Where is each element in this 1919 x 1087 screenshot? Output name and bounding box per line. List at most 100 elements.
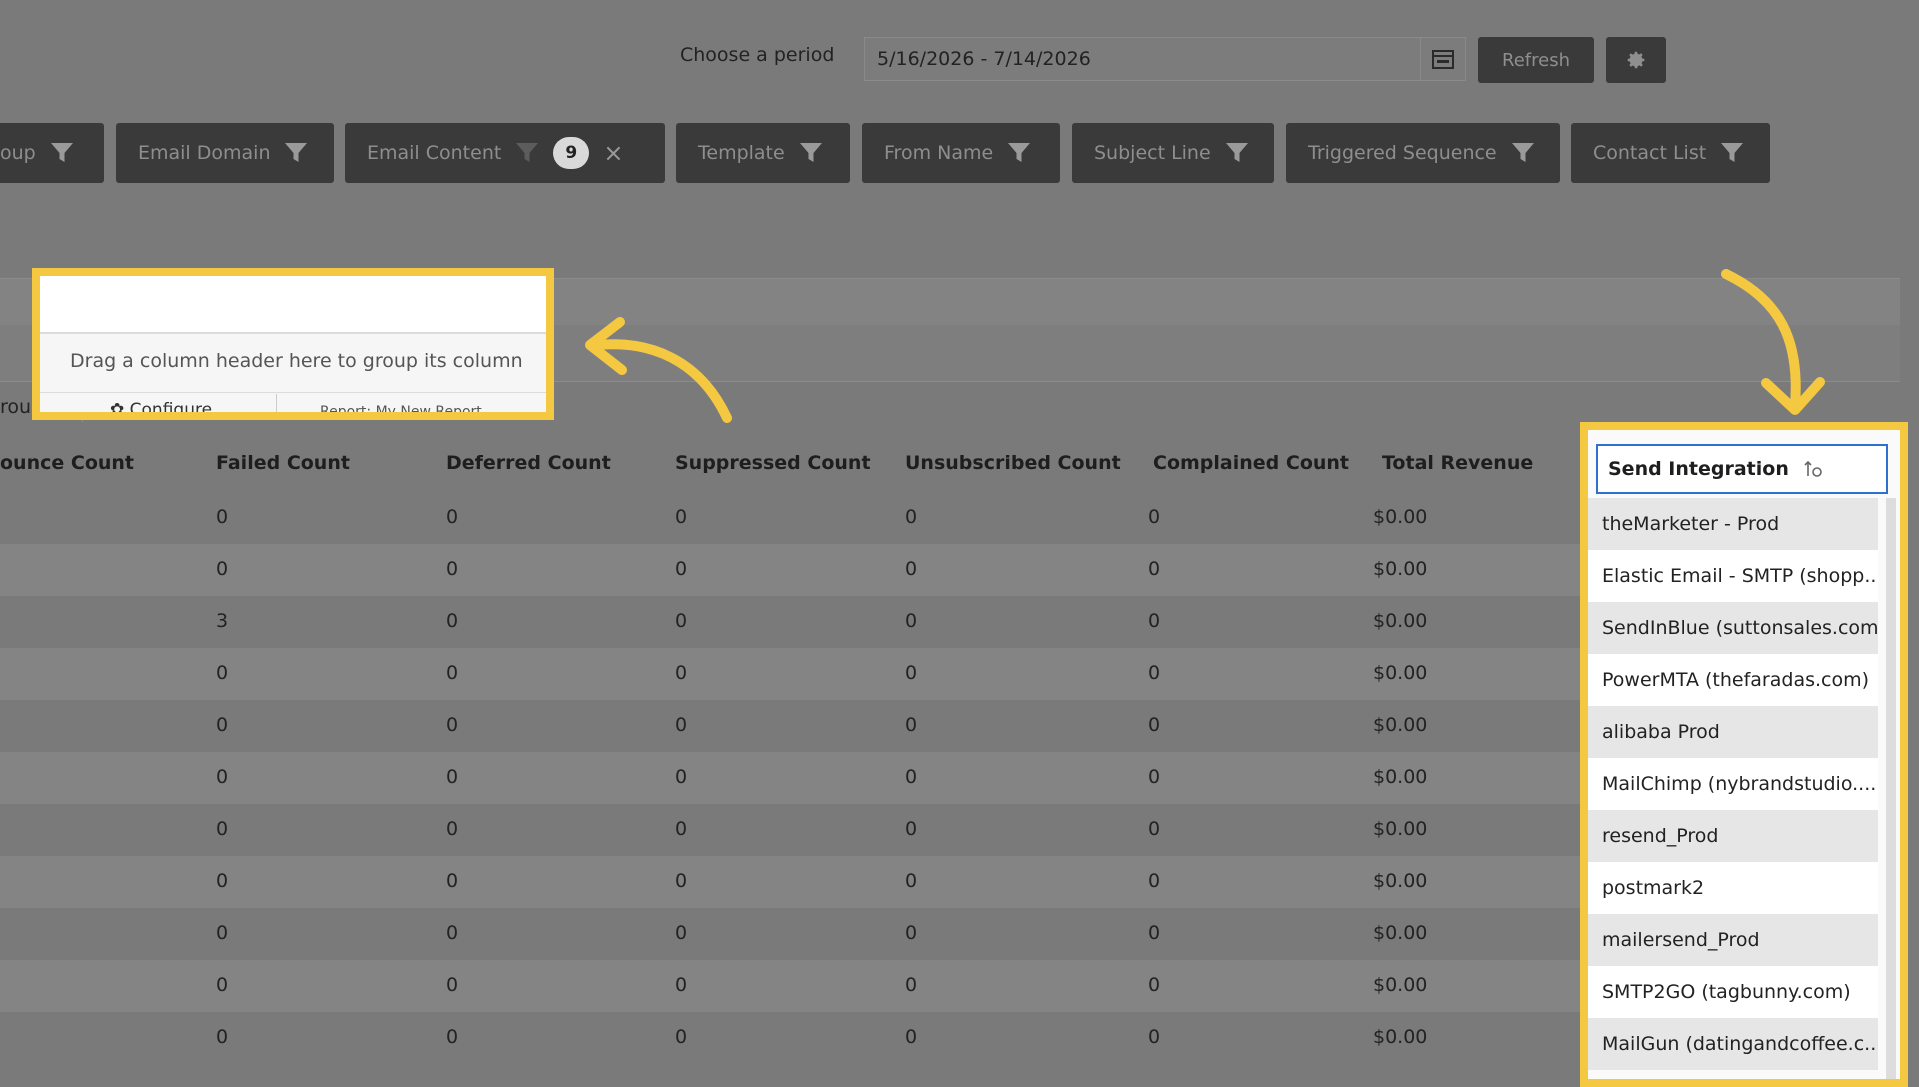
send-integration-item[interactable]: SMTP2GO (tagbunny.com) bbox=[1588, 966, 1878, 1018]
table-cell: 0 bbox=[1148, 870, 1161, 892]
table-cell: 0 bbox=[446, 766, 459, 788]
table-cell: $0.00 bbox=[1373, 818, 1428, 840]
table-cell: 0 bbox=[216, 974, 229, 996]
send-integration-item[interactable]: theMarketer - Prod bbox=[1588, 498, 1878, 550]
table-cell: 0 bbox=[905, 714, 918, 736]
configure-label: Configure bbox=[129, 400, 213, 420]
table-cell: 0 bbox=[675, 766, 688, 788]
table-cell: 0 bbox=[675, 870, 688, 892]
table-cell: 0 bbox=[675, 922, 688, 944]
send-integration-item[interactable]: PowerMTA (thefaradas.com) bbox=[1588, 654, 1878, 706]
close-icon[interactable]: × bbox=[603, 139, 623, 167]
send-integration-item[interactable]: alibaba Prod bbox=[1588, 706, 1878, 758]
send-integration-item[interactable]: mailersend_Prod bbox=[1588, 914, 1878, 966]
gear-icon[interactable] bbox=[1606, 37, 1666, 83]
group-panel-top bbox=[40, 276, 546, 334]
send-integration-item[interactable]: Elastic Email - SMTP (shopp... bbox=[1588, 550, 1878, 602]
filter-email-domain-button[interactable]: Email Domain bbox=[116, 123, 334, 183]
filter-subject-line-button[interactable]: Subject Line bbox=[1072, 123, 1274, 183]
table-cell: 0 bbox=[216, 1026, 229, 1048]
filter-icon bbox=[50, 143, 73, 162]
filter-triggered-sequence-button[interactable]: Triggered Sequence bbox=[1286, 123, 1560, 183]
table-row[interactable]: 0 0 0 0 0 $0.00 bbox=[0, 544, 1580, 596]
table-cell: 0 bbox=[1148, 1026, 1161, 1048]
table-row[interactable]: 0 0 0 0 0 $0.00 bbox=[0, 700, 1580, 752]
send-integration-list: theMarketer - Prod Elastic Email - SMTP (… bbox=[1588, 498, 1878, 1070]
send-integration-item[interactable]: MailChimp (nybrandstudio.... bbox=[1588, 758, 1878, 810]
filter-contact-list-button[interactable]: Contact List bbox=[1571, 123, 1770, 183]
filter-label: oup bbox=[0, 142, 36, 164]
table-cell: 0 bbox=[905, 1026, 918, 1048]
grid-toolbar-label: rou bbox=[0, 396, 32, 418]
column-header-failed-count[interactable]: Failed Count bbox=[216, 452, 350, 482]
sort-icon[interactable] bbox=[1803, 458, 1825, 480]
table-cell: 0 bbox=[675, 558, 688, 580]
send-integration-item[interactable]: SendInBlue (suttonsales.com) bbox=[1588, 602, 1878, 654]
table-cell: 0 bbox=[1148, 558, 1161, 580]
table-cell: 0 bbox=[446, 1026, 459, 1048]
table-cell: $0.00 bbox=[1373, 974, 1428, 996]
column-header-total-revenue[interactable]: Total Revenue bbox=[1382, 452, 1533, 482]
column-header-send-integration[interactable]: Send Integration bbox=[1596, 444, 1888, 494]
table-cell: 0 bbox=[675, 610, 688, 632]
table-cell: 0 bbox=[1148, 974, 1161, 996]
date-range-input[interactable]: 5/16/2026 - 7/14/2026 bbox=[864, 37, 1466, 81]
filter-template-button[interactable]: Template bbox=[676, 123, 850, 183]
calendar-icon[interactable] bbox=[1420, 38, 1465, 80]
table-cell: $0.00 bbox=[1373, 922, 1428, 944]
filter-group-button[interactable]: oup bbox=[0, 123, 104, 183]
group-drop-highlight: Drag a column header here to group its c… bbox=[32, 268, 554, 420]
report-name: Report: My New Report bbox=[320, 404, 482, 420]
table-cell: $0.00 bbox=[1373, 506, 1428, 528]
scrollbar[interactable] bbox=[1886, 498, 1896, 1079]
table-cell: $0.00 bbox=[1373, 1026, 1428, 1048]
table-row[interactable]: 0 0 0 0 0 $0.00 bbox=[0, 804, 1580, 856]
filter-icon bbox=[1511, 143, 1534, 162]
table-cell: 0 bbox=[216, 714, 229, 736]
table-row[interactable]: 0 0 0 0 0 $0.00 bbox=[0, 1012, 1580, 1064]
table-cell: $0.00 bbox=[1373, 870, 1428, 892]
table-cell: 0 bbox=[675, 662, 688, 684]
table-cell: $0.00 bbox=[1373, 714, 1428, 736]
filter-icon bbox=[1225, 143, 1248, 162]
column-header-unsubscribed-count[interactable]: Unsubscribed Count bbox=[905, 452, 1121, 482]
table-cell: 0 bbox=[905, 922, 918, 944]
filter-icon bbox=[285, 143, 308, 162]
table-cell: 0 bbox=[446, 506, 459, 528]
table-cell: 0 bbox=[1148, 662, 1161, 684]
table-cell: 0 bbox=[1148, 610, 1161, 632]
filter-from-name-button[interactable]: From Name bbox=[862, 123, 1060, 183]
column-header-suppressed-count[interactable]: Suppressed Count bbox=[675, 452, 871, 482]
column-header-complained-count[interactable]: Complained Count bbox=[1153, 452, 1349, 482]
table-cell: 0 bbox=[216, 506, 229, 528]
refresh-button[interactable]: Refresh bbox=[1478, 37, 1594, 83]
send-integration-item[interactable]: postmark2 bbox=[1588, 862, 1878, 914]
table-row[interactable]: 3 0 0 0 0 $0.00 bbox=[0, 596, 1580, 648]
table-row[interactable]: 0 0 0 0 0 $0.00 bbox=[0, 960, 1580, 1012]
column-header-bounce-count[interactable]: ounce Count bbox=[0, 452, 134, 482]
table-cell: 0 bbox=[905, 662, 918, 684]
table-row[interactable]: 0 0 0 0 0 $0.00 bbox=[0, 752, 1580, 804]
configure-button[interactable]: ✿ Configure bbox=[110, 400, 213, 420]
table-row[interactable]: 0 0 0 0 0 $0.00 bbox=[0, 492, 1580, 544]
send-integration-item[interactable]: resend_Prod bbox=[1588, 810, 1878, 862]
table-cell: 0 bbox=[905, 766, 918, 788]
table-cell: 0 bbox=[905, 974, 918, 996]
group-drop-hint[interactable]: Drag a column header here to group its c… bbox=[70, 350, 523, 372]
table-cell: 0 bbox=[446, 818, 459, 840]
table-cell: 0 bbox=[905, 870, 918, 892]
filter-email-content-button[interactable]: Email Content 9 × bbox=[345, 123, 665, 183]
send-integration-highlight: Send Integration theMarketer - Prod Elast… bbox=[1580, 422, 1908, 1087]
table-cell: 0 bbox=[216, 766, 229, 788]
table-cell: $0.00 bbox=[1373, 610, 1428, 632]
table-row[interactable]: 0 0 0 0 0 $0.00 bbox=[0, 856, 1580, 908]
filter-label: Email Domain bbox=[138, 142, 271, 164]
table-cell: $0.00 bbox=[1373, 662, 1428, 684]
filter-count-badge: 9 bbox=[553, 137, 590, 169]
table-row[interactable]: 0 0 0 0 0 $0.00 bbox=[0, 648, 1580, 700]
column-header-deferred-count[interactable]: Deferred Count bbox=[446, 452, 611, 482]
send-integration-item[interactable]: MailGun (datingandcoffee.c... bbox=[1588, 1018, 1878, 1070]
table-cell: 0 bbox=[216, 870, 229, 892]
table-row[interactable]: 0 0 0 0 0 $0.00 bbox=[0, 908, 1580, 960]
filter-icon bbox=[1008, 143, 1031, 162]
